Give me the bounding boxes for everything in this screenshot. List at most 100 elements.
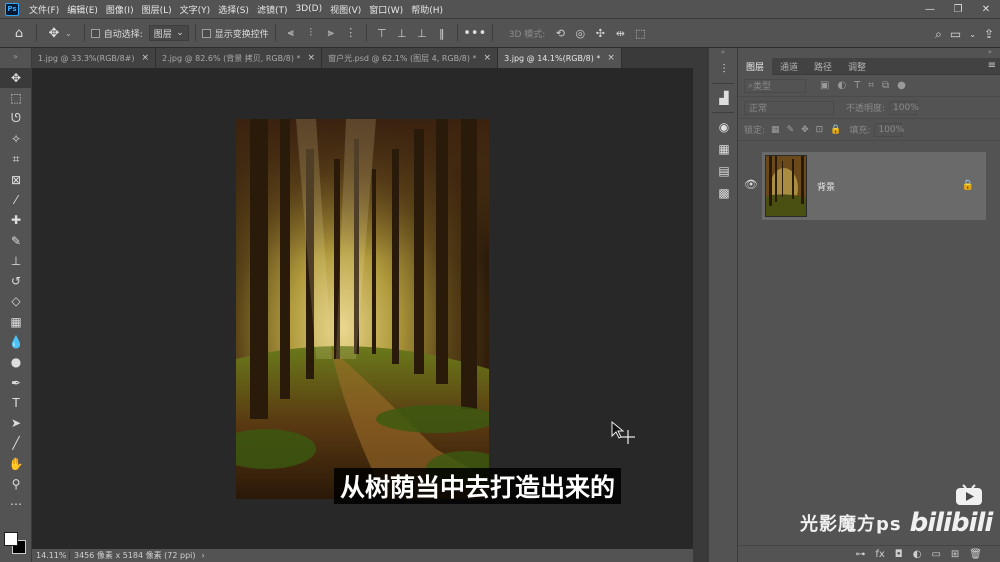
link-layers-icon[interactable]: ⊶ bbox=[855, 549, 865, 560]
frame-tool-icon[interactable]: ⊠ bbox=[0, 169, 32, 189]
color-palette-icon[interactable]: ◉ bbox=[709, 116, 739, 138]
eraser-icon[interactable]: ◇ bbox=[0, 291, 32, 311]
gradient-tool-icon[interactable]: ▦ bbox=[0, 312, 32, 332]
home-icon[interactable]: ⌂ bbox=[8, 22, 30, 44]
layer-lock-icon[interactable]: 🔒 bbox=[962, 180, 974, 191]
type-filter-icon[interactable]: T bbox=[854, 80, 860, 91]
blend-mode-select[interactable]: 正常 bbox=[744, 100, 834, 115]
brush-tool-icon[interactable]: ✎ bbox=[0, 230, 32, 250]
tab-2-jpg[interactable]: 2.jpg @ 82.6% (背景 拷贝, RGB/8) * × bbox=[156, 48, 323, 68]
add-mask-icon[interactable]: ◘ bbox=[895, 549, 903, 560]
minimize-icon[interactable]: — bbox=[916, 0, 944, 18]
type-tool-icon[interactable]: T bbox=[0, 393, 32, 413]
menu-filter[interactable]: 滤镜(T) bbox=[253, 3, 292, 16]
shape-filter-icon[interactable]: ⌗ bbox=[868, 80, 874, 91]
menu-window[interactable]: 窗口(W) bbox=[365, 3, 407, 16]
tab-channels[interactable]: 通道 bbox=[772, 58, 806, 75]
zoom-level[interactable]: 14.11% bbox=[32, 551, 70, 560]
lock-pixels-icon[interactable]: ✎ bbox=[787, 125, 795, 135]
new-layer-icon[interactable]: ⊞ bbox=[951, 549, 959, 560]
dock-collapse-icon[interactable]: « bbox=[709, 48, 737, 58]
chevron-down-icon[interactable]: ⌄ bbox=[65, 29, 72, 38]
opacity-input[interactable]: 100% bbox=[889, 100, 919, 115]
zoom-tool-icon[interactable]: ⚲ bbox=[0, 474, 32, 494]
patterns-icon[interactable]: ▩ bbox=[709, 182, 739, 204]
menu-edit[interactable]: 编辑(E) bbox=[63, 3, 102, 16]
marquee-tool-icon[interactable]: ⬚ bbox=[0, 88, 32, 108]
gradients-icon[interactable]: ▤ bbox=[709, 160, 739, 182]
filter-toggle-icon[interactable]: ● bbox=[897, 80, 906, 91]
crop-tool-icon[interactable]: ⌗ bbox=[0, 149, 32, 169]
align-left-icon[interactable]: ⫷ bbox=[282, 26, 300, 40]
close-window-icon[interactable]: ✕ bbox=[972, 0, 1000, 18]
align-bottom-icon[interactable]: ⊥ bbox=[413, 27, 431, 40]
lock-artboard-icon[interactable]: ⊡ bbox=[816, 125, 824, 135]
layer-style-icon[interactable]: fx bbox=[875, 549, 884, 560]
menu-select[interactable]: 选择(S) bbox=[214, 3, 253, 16]
healing-brush-icon[interactable]: ✚ bbox=[0, 210, 32, 230]
visibility-eye-icon[interactable]: 👁 bbox=[744, 178, 758, 191]
blur-tool-icon[interactable]: 💧 bbox=[0, 332, 32, 352]
menu-type[interactable]: 文字(Y) bbox=[176, 3, 215, 16]
forest-photo[interactable] bbox=[236, 119, 489, 499]
3d-orbit-icon[interactable]: ⟲ bbox=[551, 27, 569, 40]
move-tool-icon[interactable]: ✥ bbox=[0, 68, 32, 89]
menu-3d[interactable]: 3D(D) bbox=[291, 4, 326, 14]
menu-layer[interactable]: 图层(L) bbox=[138, 3, 176, 16]
menu-help[interactable]: 帮助(H) bbox=[407, 3, 447, 16]
tab-3-jpg[interactable]: 3.jpg @ 14.1%(RGB/8) * × bbox=[498, 48, 622, 68]
close-icon[interactable]: × bbox=[142, 53, 150, 63]
tab-window-light-psd[interactable]: 窗户光.psd @ 62.1% (图层 4, RGB/8) * × bbox=[322, 48, 499, 68]
restore-icon[interactable]: ❐ bbox=[944, 0, 972, 18]
layer-filter-search[interactable]: ⌕ 类型 bbox=[744, 78, 806, 93]
show-transform-checkbox[interactable] bbox=[201, 28, 211, 38]
menu-image[interactable]: 图像(I) bbox=[102, 3, 138, 16]
close-icon[interactable]: × bbox=[484, 53, 492, 63]
workspace-icon[interactable]: ▭ bbox=[950, 27, 961, 41]
share-icon[interactable]: ⇪ bbox=[984, 27, 994, 41]
canvas-scrollbar[interactable] bbox=[693, 68, 708, 562]
tab-paths[interactable]: 路径 bbox=[806, 58, 840, 75]
close-icon[interactable]: × bbox=[308, 53, 316, 63]
clone-stamp-icon[interactable]: ⊥ bbox=[0, 251, 32, 271]
fill-input[interactable]: 100% bbox=[874, 122, 904, 137]
align-top-icon[interactable]: ⊤ bbox=[373, 27, 391, 40]
lock-all-icon[interactable]: 🔒 bbox=[830, 125, 841, 135]
pen-tool-icon[interactable]: ✒ bbox=[0, 372, 32, 392]
search-icon[interactable]: ⌕ bbox=[935, 27, 942, 42]
panel-menu-icon[interactable]: ≡ bbox=[988, 60, 996, 71]
align-right-icon[interactable]: ⫸ bbox=[322, 26, 340, 40]
new-adjustment-icon[interactable]: ◐ bbox=[913, 549, 922, 560]
align-middle-icon[interactable]: ⊥ bbox=[393, 27, 411, 40]
panel-collapse-icon[interactable]: » bbox=[738, 48, 1000, 58]
lasso-tool-icon[interactable]: ᘎ bbox=[0, 109, 32, 129]
chevron-down-icon[interactable]: ⌄ bbox=[969, 30, 976, 39]
3d-scale-icon[interactable]: ⬚ bbox=[631, 27, 649, 40]
swatches-icon[interactable]: ▦ bbox=[709, 138, 739, 160]
foreground-color[interactable] bbox=[4, 532, 18, 546]
panel-collapse-icon[interactable]: » bbox=[0, 48, 31, 68]
close-icon[interactable]: × bbox=[607, 53, 615, 63]
auto-select-dropdown[interactable]: 图层 ⌄ bbox=[148, 25, 189, 41]
histogram-icon[interactable]: ▟ bbox=[709, 87, 739, 109]
move-tool-preset-icon[interactable]: ✥ bbox=[43, 22, 65, 44]
smart-object-filter-icon[interactable]: ⧉ bbox=[882, 80, 889, 91]
menu-view[interactable]: 视图(V) bbox=[326, 3, 365, 16]
hand-tool-icon[interactable]: ✋ bbox=[0, 454, 32, 474]
properties-icon[interactable]: ⫶ bbox=[709, 58, 739, 80]
layer-name[interactable]: 背景 bbox=[817, 180, 835, 193]
pixel-filter-icon[interactable]: ▣ bbox=[820, 80, 829, 91]
history-brush-icon[interactable]: ↺ bbox=[0, 271, 32, 291]
distribute-icon[interactable]: ⋮ bbox=[342, 26, 360, 40]
3d-pan-icon[interactable]: ✣ bbox=[591, 27, 609, 40]
new-group-icon[interactable]: ▭ bbox=[931, 549, 940, 560]
tab-1-jpg[interactable]: 1.jpg @ 33.3%(RGB/8#) × bbox=[32, 48, 157, 68]
color-swatches[interactable] bbox=[4, 532, 28, 556]
adjustment-filter-icon[interactable]: ◐ bbox=[837, 80, 846, 91]
magic-wand-icon[interactable]: ✧ bbox=[0, 129, 32, 149]
align-center-h-icon[interactable]: ⫶ bbox=[302, 26, 320, 40]
more-options-icon[interactable]: ••• bbox=[463, 22, 486, 44]
delete-layer-icon[interactable]: 🗑 bbox=[969, 549, 982, 560]
dodge-tool-icon[interactable]: ● bbox=[0, 352, 32, 372]
line-tool-icon[interactable]: ╱ bbox=[0, 433, 32, 453]
